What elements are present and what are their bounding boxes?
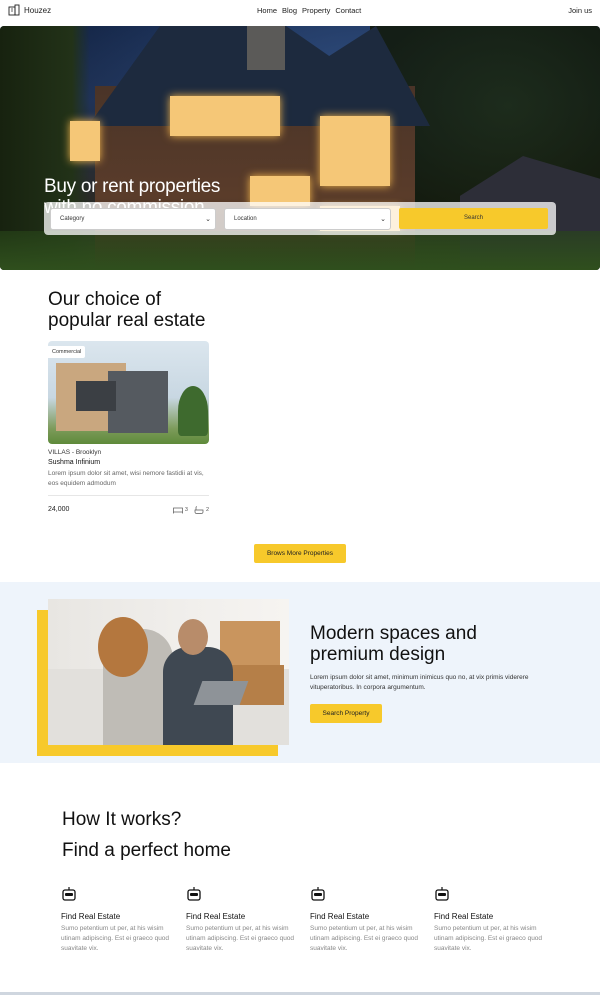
step-title: Find Real Estate: [434, 912, 494, 921]
popular-section-title: Our choice of popular real estate: [48, 289, 205, 331]
baths-value: 2: [205, 507, 209, 513]
hero-chimney: [247, 26, 285, 70]
bed-icon: [173, 507, 183, 514]
property-name[interactable]: Sushma Infinium: [48, 459, 209, 466]
modern-title-line1: Modern spaces and: [310, 623, 477, 644]
how-step: Find Real Estate Sumo petentium ut per, …: [434, 886, 544, 954]
property-image-tree: [178, 386, 208, 436]
search-button[interactable]: Search: [399, 208, 548, 229]
hero-window: [170, 96, 280, 136]
how-step: Find Real Estate Sumo petentium ut per, …: [310, 886, 420, 954]
hero-window: [70, 121, 100, 161]
property-image-building: [108, 371, 168, 433]
category-select-value: Category: [60, 216, 85, 222]
beds-value: 3: [184, 507, 188, 513]
property-type-badge: Commercial: [48, 346, 86, 358]
step-description: Sumo petentium ut per, at his wisim utin…: [61, 925, 170, 952]
robot-icon: [187, 887, 201, 901]
nav-link-contact[interactable]: Contact: [335, 6, 361, 15]
category-select[interactable]: Category ⌄: [50, 208, 216, 230]
property-image[interactable]: Commercial: [48, 341, 209, 444]
photo-man-head: [178, 619, 208, 655]
step-description: Sumo petentium ut per, at his wisim utin…: [186, 925, 295, 952]
search-property-button[interactable]: Search Property: [310, 704, 382, 723]
chevron-down-icon: ⌄: [380, 216, 386, 223]
how-title-line2: Find a perfect home: [62, 840, 231, 861]
photo-woman-hair: [98, 617, 148, 677]
brand-logo[interactable]: Houzez: [8, 4, 51, 16]
join-us-link[interactable]: Join us: [568, 6, 592, 15]
beds-count: 3: [173, 506, 188, 514]
robot-icon: [311, 887, 325, 901]
robot-icon: [435, 887, 449, 901]
popular-title-line1: Our choice of: [48, 289, 161, 310]
nav-link-blog[interactable]: Blog: [282, 6, 297, 15]
modern-title-line2: premium design: [310, 644, 446, 665]
bath-icon: [194, 506, 204, 514]
couple-photo: [48, 599, 289, 745]
how-step: Find Real Estate Sumo petentium ut per, …: [61, 886, 171, 954]
top-navbar: Houzez Home Blog Property Contact Join u…: [0, 0, 600, 22]
modern-section-title: Modern spaces and premium design: [310, 623, 477, 665]
baths-count: 2: [194, 506, 209, 514]
how-title-line1: How It works?: [62, 809, 182, 830]
robot-icon: [62, 887, 76, 901]
hero-search-bar: Category ⌄ Location ⌄ Search: [44, 202, 556, 235]
property-description: Lorem ipsum dolor sit amet, wisi nemore …: [48, 470, 204, 487]
hero-title-line1: Buy or rent properties: [44, 176, 221, 197]
nav-links: Home Blog Property Contact: [257, 6, 361, 15]
building-icon: [8, 4, 20, 16]
location-select[interactable]: Location ⌄: [224, 208, 391, 230]
chevron-down-icon: ⌄: [205, 216, 211, 223]
nav-link-home[interactable]: Home: [257, 6, 277, 15]
how-step: Find Real Estate Sumo petentium ut per, …: [186, 886, 296, 954]
browse-more-button[interactable]: Brows More Properties: [254, 544, 346, 563]
property-card-footer: 24,000 3 2: [48, 495, 209, 514]
step-description: Sumo petentium ut per, at his wisim utin…: [310, 925, 419, 952]
property-card[interactable]: Commercial VILLAS - Brooklyn Sushma Infi…: [48, 341, 209, 514]
property-image-window: [76, 381, 116, 411]
step-title: Find Real Estate: [61, 912, 121, 921]
property-amenities: 3 2: [173, 506, 209, 514]
brand-name: Houzez: [24, 5, 52, 15]
modern-section-text: Lorem ipsum dolor sit amet, minimum inim…: [310, 674, 529, 691]
nav-link-property[interactable]: Property: [302, 6, 330, 15]
property-price: 24,000: [48, 506, 70, 513]
photo-laptop: [193, 681, 249, 705]
popular-title-line2: popular real estate: [48, 310, 206, 331]
step-description: Sumo petentium ut per, at his wisim utin…: [434, 925, 543, 952]
hero-window: [320, 116, 390, 186]
how-it-works-title: How It works? Find a perfect home: [62, 804, 231, 866]
property-location: VILLAS - Brooklyn: [48, 449, 102, 456]
step-title: Find Real Estate: [310, 912, 370, 921]
step-title: Find Real Estate: [186, 912, 246, 921]
location-select-value: Location: [234, 216, 257, 222]
hero-bushes: [0, 231, 600, 270]
